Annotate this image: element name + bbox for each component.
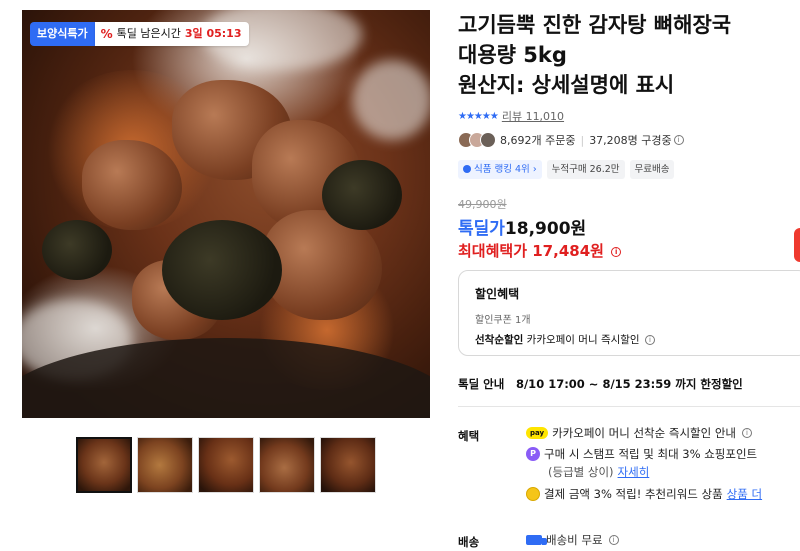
max-benefit-value: 17,484원 — [532, 242, 604, 260]
promo-badge: 보양식특가 % 톡딜 남은시간 3일 05:13 — [30, 22, 250, 46]
details-link[interactable]: 자세히 — [618, 464, 650, 480]
benefit-kakaopay[interactable]: pay 카카오페이 머니 선착순 즉시할인 안내 i — [526, 425, 752, 441]
deal-info-row: 톡딜 안내 8/10 17:00 ~ 8/15 23:59 까지 한정할인 — [458, 376, 743, 392]
avatar — [480, 132, 496, 148]
timer-badge: % 톡딜 남은시간 3일 05:13 — [94, 22, 250, 46]
thumbnail-2[interactable] — [137, 437, 193, 493]
title-line-2: 대용량 5kg — [458, 43, 567, 67]
info-icon[interactable]: i — [673, 135, 684, 145]
cumulative-purchase-chip: 누적구매 26.2만 — [546, 160, 625, 179]
benefit-reward: 결제 금액 3% 적립! 추천리워드 상품 상품 더 — [526, 486, 762, 502]
order-count: 8,692개 주문중 — [500, 134, 576, 147]
first-come-discount: 선착순할인 카카오페이 머니 즉시할인 i — [475, 332, 791, 347]
deal-price: 톡딜가18,900원 — [458, 214, 586, 239]
thumbnail-5[interactable] — [320, 437, 376, 493]
steam — [352, 60, 430, 140]
info-icon[interactable]: i — [611, 246, 622, 257]
thumbnail-1[interactable] — [76, 437, 132, 493]
coin-icon — [526, 487, 540, 501]
product-title: 고기듬뿍 진한 감자탕 뼈해장국 대용량 5kg 원산지: 상세설명에 표시 — [458, 10, 800, 100]
discount-box: 할인혜택 할인쿠폰 1개 선착순할인 카카오페이 머니 즉시할인 i — [458, 270, 800, 356]
thumbnail-strip — [76, 437, 376, 493]
delivery-fee: 배송비 무료 — [546, 533, 603, 547]
buyer-avatars — [458, 132, 496, 148]
ranking-badge-icon — [463, 165, 471, 173]
original-price: 49,900원 — [458, 198, 507, 211]
side-action-tab[interactable] — [794, 228, 800, 262]
thumbnail-4[interactable] — [259, 437, 315, 493]
viewer-count: 37,208명 구경중 — [589, 134, 672, 147]
max-benefit-label: 최대혜택가 — [458, 242, 528, 260]
greens — [42, 220, 112, 280]
product-chips: 식품 랭킹 4위 › 누적구매 26.2만 무료배송 — [458, 160, 675, 179]
timer-value: 3일 05:13 — [184, 27, 242, 40]
info-icon[interactable]: i — [742, 428, 752, 438]
review-link[interactable]: 리뷰 11,010 — [502, 108, 564, 124]
buyer-stats: 8,692개 주문중 | 37,208명 구경중 i — [458, 132, 684, 148]
timer-label: 톡딜 남은시간 — [116, 27, 181, 40]
deal-price-value: 18,900원 — [504, 219, 587, 239]
star-rating-icon: ★★★★★ — [458, 110, 499, 122]
chevron-right-icon: › — [532, 164, 537, 175]
truck-icon — [526, 535, 547, 545]
info-icon[interactable]: i — [608, 535, 619, 545]
delivery-info: 배송비 무료 i — [526, 532, 619, 548]
thumbnail-3[interactable] — [198, 437, 254, 493]
delivery-label: 배송 — [458, 535, 480, 549]
special-sale-badge: 보양식특가 — [30, 22, 95, 46]
divider — [458, 406, 800, 407]
benefit-stamp: P 구매 시 스탬프 적립 및 최대 3% 쇼핑포인트 — [526, 446, 757, 462]
discount-title: 할인혜택 — [475, 287, 520, 301]
greens — [162, 220, 282, 320]
point-icon: P — [526, 447, 540, 461]
benefit-stamp-sub: (등급별 상이) 자세히 — [548, 464, 650, 480]
first-come-label: 선착순할인 — [475, 334, 524, 346]
free-shipping-chip: 무료배송 — [629, 160, 675, 179]
rating-row: ★★★★★ 리뷰 11,010 — [458, 108, 564, 124]
deal-price-label: 톡딜가 — [458, 219, 505, 239]
ranking-chip[interactable]: 식품 랭킹 4위 › — [458, 160, 542, 179]
coupon-count[interactable]: 할인쿠폰 1개 — [475, 311, 791, 326]
main-product-image[interactable]: 보양식특가 % 톡딜 남은시간 3일 05:13 — [22, 10, 430, 418]
benefits-label: 혜택 — [458, 429, 480, 443]
first-come-desc: 카카오페이 머니 즉시할인 — [526, 334, 640, 346]
deal-period: 8/10 17:00 ~ 8/15 23:59 까지 한정할인 — [515, 377, 743, 391]
product-info: 고기듬뿍 진한 감자탕 뼈해장국 대용량 5kg 원산지: 상세설명에 표시 ★… — [458, 0, 800, 549]
info-icon[interactable]: i — [644, 335, 655, 345]
kakaopay-icon: pay — [526, 427, 549, 439]
title-line-1: 고기듬뿍 진한 감자탕 뼈해장국 — [458, 13, 732, 37]
greens — [322, 160, 402, 230]
reward-products-link[interactable]: 상품 더 — [727, 486, 762, 502]
max-benefit-price: 최대혜택가 17,484원 i — [458, 240, 622, 261]
percent-icon: % — [100, 27, 113, 41]
title-line-3: 원산지: 상세설명에 표시 — [458, 73, 675, 97]
deal-info-label: 톡딜 안내 — [458, 377, 505, 391]
